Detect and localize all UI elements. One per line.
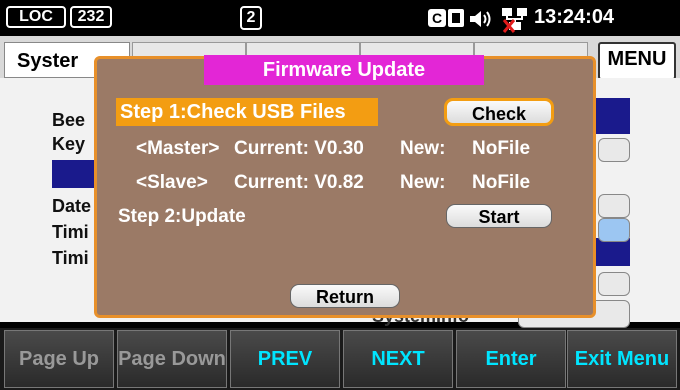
softkey-exit-menu[interactable]: Exit Menu [567,330,677,388]
highlight-bar-right-2 [596,238,630,266]
setting-label-beeper: Bee [52,110,86,130]
setting-toggle-3[interactable] [598,218,630,242]
setting-label-key: Key [52,134,86,154]
speaker-icon [468,8,496,30]
setting-toggle-1[interactable] [598,138,630,162]
step1-label: Step 1:Check USB Files [116,98,378,126]
softkey-page-up[interactable]: Page Up [4,330,114,388]
slave-label: <Slave> [136,172,208,193]
setting-toggle-2[interactable] [598,194,630,218]
setting-label-date: Date [52,196,92,216]
highlight-bar-right [596,98,630,134]
softkey-next[interactable]: NEXT [343,330,453,388]
clock: 13:24:04 [534,6,615,28]
master-new-version: NoFile [472,138,531,159]
storage-badge-text: C [432,10,442,26]
start-button[interactable]: Start [446,204,552,228]
master-label: <Master> [136,138,220,159]
setting-label-time-2: Timi [52,248,89,268]
slave-current-version: Current: V0.82 [234,172,364,193]
softkey-prev[interactable]: PREV [230,330,340,388]
lan-disconnected-icon [500,6,530,34]
slave-new-version: NoFile [472,172,531,193]
slave-new-label: New: [400,172,446,193]
setting-toggle-4[interactable] [598,272,630,296]
setting-label-time: Timi [52,222,89,242]
rs232-indicator: 232 [70,6,112,28]
status-bar: LOC 232 2 C 13:24:04 [0,0,680,36]
master-new-label: New: [400,138,446,159]
step2-label: Step 2:Update [118,206,246,227]
storage-icon: C [428,8,466,28]
dialog-title: Firmware Update [204,55,484,85]
page-indicator: 2 [240,6,262,30]
softkey-enter[interactable]: Enter [456,330,566,388]
softkey-page-down[interactable]: Page Down [117,330,227,388]
master-current-version: Current: V0.30 [234,138,364,159]
menu-button[interactable]: MENU [598,42,676,80]
return-button[interactable]: Return [290,284,400,308]
check-button[interactable]: Check [444,98,554,126]
loc-indicator: LOC [6,6,66,28]
